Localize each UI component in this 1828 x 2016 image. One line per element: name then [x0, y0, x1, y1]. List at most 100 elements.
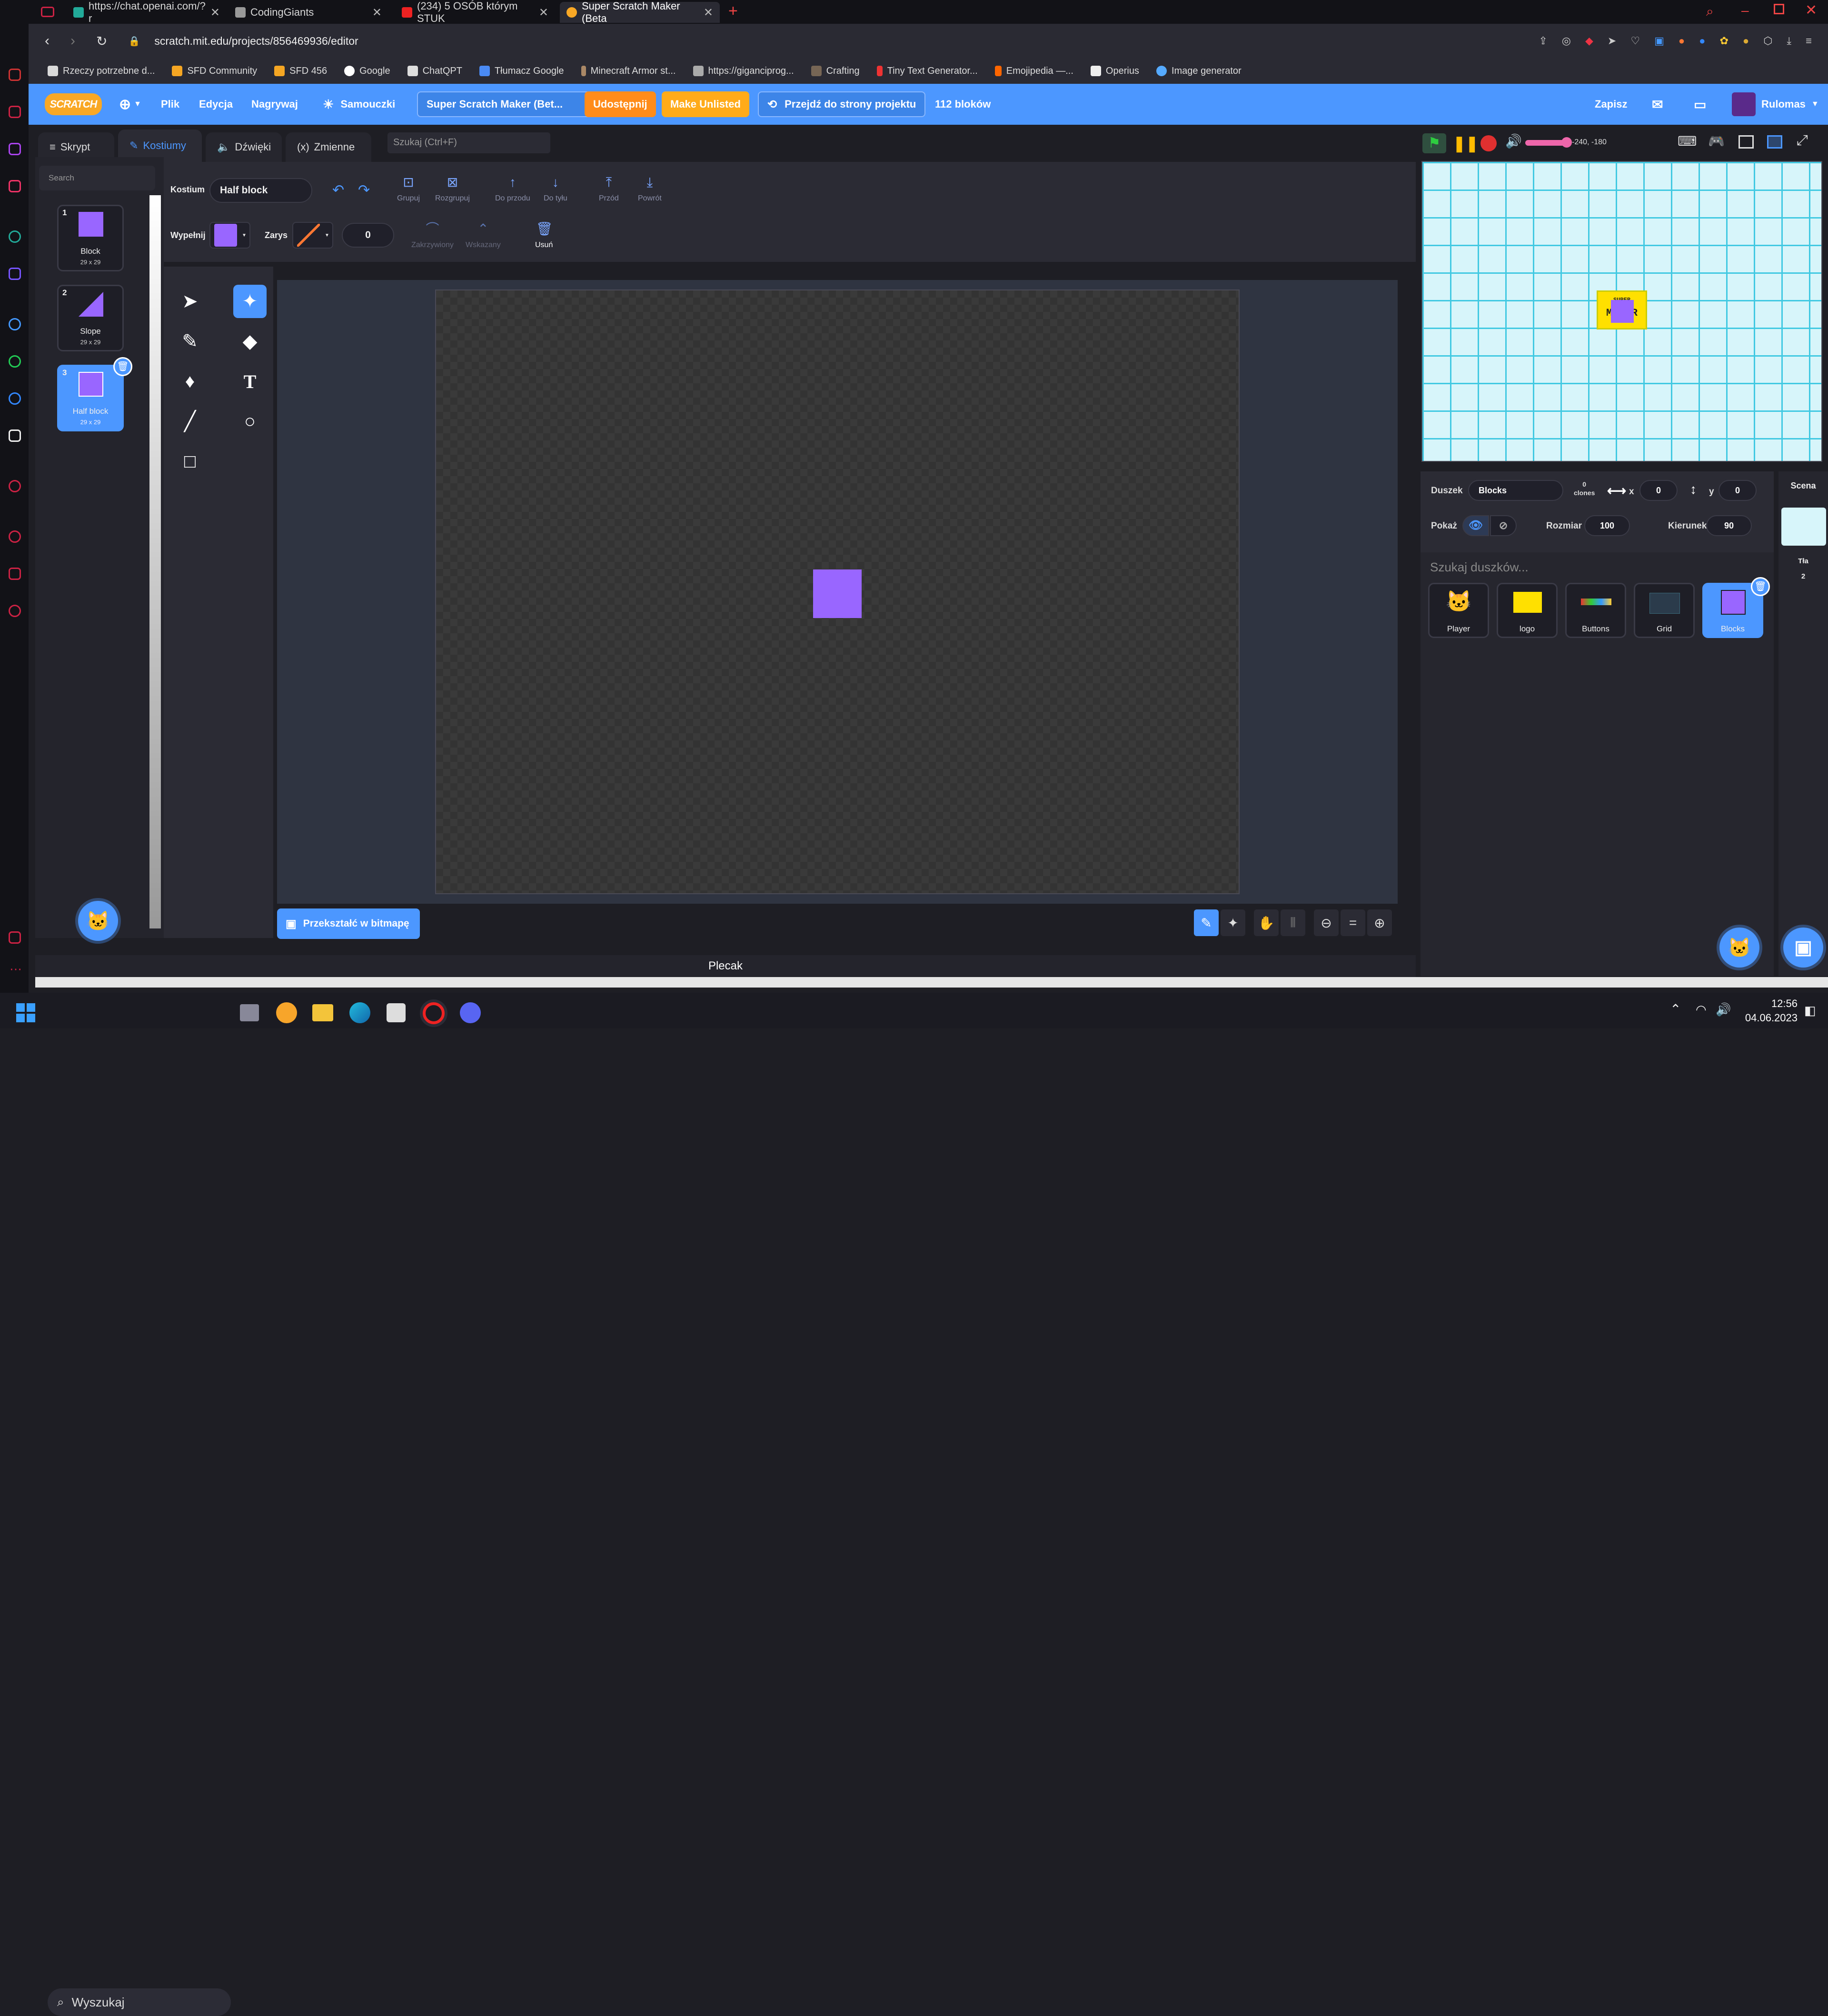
backpack[interactable]: Plecak — [35, 955, 1416, 977]
download-icon[interactable]: ⤓ — [1787, 35, 1791, 47]
maximize-icon[interactable] — [1774, 4, 1784, 14]
curved-button[interactable]: ⌒ Zakrzywiony — [411, 221, 454, 250]
taskbar-search[interactable]: ⌕ Wyszukaj — [48, 1988, 231, 2016]
size-input[interactable]: 100 — [1584, 515, 1630, 536]
camera-icon[interactable]: ◎ — [1562, 35, 1571, 47]
sprite-tile[interactable]: Buttons — [1565, 583, 1626, 638]
rectangle-tool[interactable]: □ — [173, 445, 207, 478]
make-unlisted-button[interactable]: Make Unlisted — [662, 91, 749, 117]
file-explorer-icon[interactable] — [312, 1004, 333, 1021]
menu-record[interactable]: Nagrywaj — [251, 84, 298, 125]
volume-icon[interactable]: 🔊 — [1716, 1002, 1731, 1017]
eraser-tool[interactable]: ◆ — [233, 325, 267, 358]
pocket-icon[interactable]: ◆ — [1585, 35, 1593, 47]
costume-search-input[interactable]: Search — [39, 166, 155, 190]
x-input[interactable]: 0 — [1639, 480, 1678, 501]
sprite-tile[interactable]: 🐱 Player — [1428, 583, 1489, 638]
zoom-out-button[interactable]: ⊖ — [1314, 909, 1339, 936]
bookmark-link[interactable]: SFD 456 — [274, 66, 327, 77]
close-icon[interactable]: ✕ — [210, 6, 220, 20]
add-costume-button[interactable]: 🐱 — [78, 901, 118, 941]
volume-slider[interactable] — [1525, 137, 1572, 148]
heart-icon[interactable]: ♡ — [1630, 35, 1640, 47]
cube-icon[interactable]: ⬡ — [1763, 35, 1772, 47]
backward-button[interactable]: ↓ Do tyłu — [544, 174, 567, 203]
taskbar-time[interactable]: 12:56 — [1755, 998, 1798, 1010]
costume-tile[interactable]: 1 Block 29 x 29 — [57, 205, 124, 271]
menu-file[interactable]: Plik — [161, 84, 179, 125]
discord-taskbar-icon[interactable] — [460, 1002, 481, 1023]
sidebar-settings-icon[interactable] — [9, 931, 21, 944]
sprite-name-input[interactable]: Blocks — [1468, 480, 1563, 501]
close-icon[interactable]: ✕ — [372, 6, 382, 20]
sprite-tile[interactable]: Grid — [1634, 583, 1695, 638]
hand-tool-button[interactable]: ✋ — [1254, 909, 1279, 936]
chevron-up-icon[interactable]: ⌃ — [1670, 1001, 1681, 1017]
pause-icon[interactable]: ❚❚ — [1453, 134, 1479, 152]
show-hidden-button[interactable]: ⊘ — [1490, 515, 1517, 536]
ruler-button[interactable]: ⦀ — [1281, 909, 1305, 936]
gamepad-icon[interactable]: 🎮 — [1708, 133, 1725, 149]
direction-input[interactable]: 90 — [1706, 515, 1752, 536]
y-input[interactable]: 0 — [1719, 480, 1757, 501]
bookmark-link[interactable]: https://giganciprog... — [693, 66, 794, 77]
console-icon[interactable]: ⌨ — [1678, 133, 1697, 149]
volume-icon[interactable]: 🔊 — [1505, 133, 1522, 149]
search-tabs-icon[interactable]: ⌕ — [1706, 4, 1714, 20]
bitmap-mode-button[interactable]: ✦ — [1221, 909, 1245, 936]
send-icon[interactable]: ➤ — [1608, 35, 1616, 47]
front-button[interactable]: ⤒ Przód — [599, 174, 619, 203]
close-icon[interactable]: ✕ — [539, 6, 548, 20]
green-flag-icon[interactable]: ⚑ — [1422, 133, 1446, 153]
cs-icon[interactable] — [9, 268, 21, 280]
bookmark-link[interactable]: Emojipedia —... — [994, 66, 1073, 77]
share-button[interactable]: Udostępnij — [585, 91, 656, 117]
tab-variables[interactable]: (x) Zmienne — [286, 132, 371, 162]
bookmark-link[interactable]: Operius — [1090, 66, 1139, 77]
new-tab-icon[interactable]: + — [728, 2, 738, 20]
speed-dial-icon[interactable] — [9, 69, 21, 81]
forward-button[interactable]: ↑ Do przodu — [495, 174, 530, 203]
bookmark-link[interactable]: Image generator — [1156, 66, 1242, 77]
delete-sprite-icon[interactable]: 🗑 — [1751, 577, 1770, 596]
instagram-icon[interactable] — [9, 180, 21, 192]
text-tool[interactable]: T — [233, 365, 267, 398]
browser-tab-chatgpt[interactable]: https://chat.openai.com/?r ✕ — [67, 0, 227, 24]
show-visible-button[interactable]: 👁 — [1462, 515, 1489, 536]
store-icon[interactable] — [387, 1003, 406, 1022]
costume-scrollbar[interactable] — [149, 195, 161, 928]
share-icon[interactable]: ⇪ — [1539, 35, 1547, 47]
bookmark-folder[interactable]: Rzeczy potrzebne d... — [48, 66, 155, 77]
ungroup-button[interactable]: ⊠ Rozgrupuj — [435, 174, 470, 203]
scratch-logo[interactable]: SCRATCH — [45, 93, 102, 115]
fill-color-picker[interactable]: ▼ — [209, 222, 250, 249]
chatgpt-icon[interactable] — [9, 230, 21, 243]
extensions-icon[interactable] — [9, 568, 21, 580]
vector-mode-button[interactable]: ✎ — [1194, 909, 1219, 936]
bookmark-link[interactable]: Minecraft Armor st... — [581, 66, 676, 77]
close-window-icon[interactable]: ✕ — [1805, 2, 1817, 19]
menu-edit[interactable]: Edycja — [199, 84, 233, 125]
horizontal-scrollbar[interactable] — [35, 977, 1828, 988]
twitch-icon[interactable] — [9, 143, 21, 155]
windows-start-icon[interactable] — [16, 1003, 35, 1022]
minimize-icon[interactable]: – — [1741, 3, 1749, 18]
forward-icon[interactable]: › — [70, 33, 75, 49]
player-icon[interactable] — [9, 480, 21, 492]
back-icon[interactable]: ‹ — [45, 33, 50, 49]
convert-to-bitmap-button[interactable]: ▣ Przekształć w bitmapę — [277, 908, 420, 939]
costume-name-input[interactable]: Half block — [209, 178, 312, 203]
bookmark-link[interactable]: Tiny Text Generator... — [876, 66, 978, 77]
messages-icon[interactable]: ✉ — [1652, 84, 1663, 125]
stage-target-panel[interactable]: Scena Tła 2 ▣ — [1778, 471, 1828, 976]
opera-taskbar-icon[interactable] — [423, 1002, 445, 1024]
brave-icon[interactable]: ● — [1679, 35, 1685, 47]
tab-switcher-icon[interactable] — [41, 7, 54, 17]
circle-tool[interactable]: ○ — [233, 405, 267, 438]
bookmark-link[interactable]: SFD Community — [172, 66, 257, 77]
zoom-in-button[interactable]: ⊕ — [1367, 909, 1392, 936]
redo-icon[interactable]: ↷ — [358, 182, 370, 199]
line-tool[interactable]: ╱ — [173, 405, 207, 438]
whatsapp-icon[interactable] — [9, 355, 21, 368]
translate-icon[interactable]: ▣ — [1654, 35, 1664, 47]
